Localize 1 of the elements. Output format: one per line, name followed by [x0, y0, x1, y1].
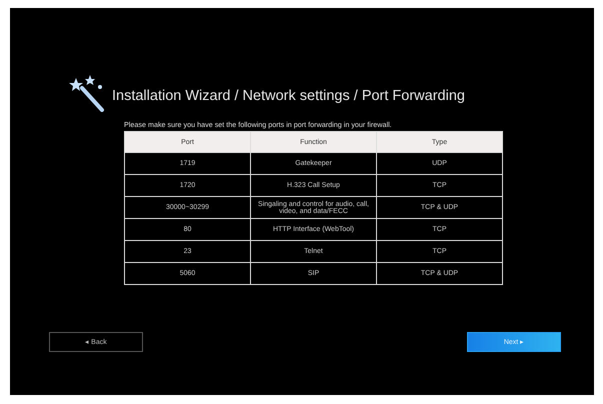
wizard-title: Installation Wizard / Network settings / Port Forwarding — [112, 88, 465, 104]
